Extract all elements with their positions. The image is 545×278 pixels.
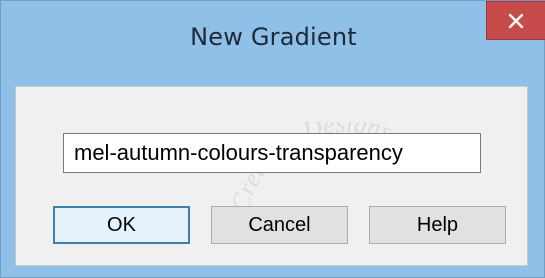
help-button[interactable]: Help: [369, 206, 506, 244]
close-icon: [508, 13, 524, 28]
dialog-client-area: Creative-Designs OK Cancel Help: [15, 86, 528, 266]
cancel-button[interactable]: Cancel: [211, 206, 348, 244]
ok-button-label: OK: [107, 213, 136, 236]
help-button-label: Help: [416, 213, 459, 236]
ok-button[interactable]: OK: [53, 206, 190, 244]
gradient-name-input[interactable]: [63, 133, 481, 173]
cancel-button-label: Cancel: [248, 213, 311, 236]
close-button[interactable]: [486, 1, 545, 40]
dialog-title: New Gradient: [190, 23, 357, 51]
new-gradient-dialog: New Gradient Creative-Designs OK Cancel …: [0, 0, 545, 278]
title-bar[interactable]: New Gradient: [1, 1, 545, 86]
